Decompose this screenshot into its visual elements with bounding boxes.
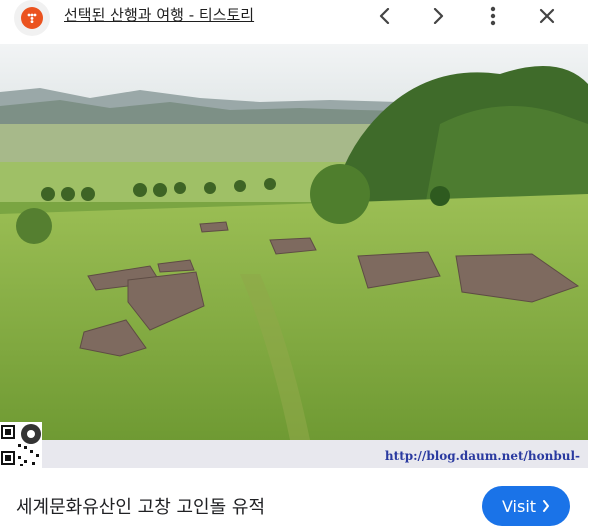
more-vert-icon[interactable] <box>479 2 507 30</box>
viewer-header: 선택된 산행과 여행 - 티스토리 <box>0 0 592 44</box>
visit-label: Visit <box>501 496 537 516</box>
source-title-link[interactable]: 선택된 산행과 여행 - 티스토리 <box>64 4 254 25</box>
watermark-text: http://blog.daum.net/honbul- <box>384 449 580 463</box>
photo-illustration <box>0 44 588 440</box>
qr-code-icon[interactable] <box>0 422 42 468</box>
landscape-photo[interactable]: http://blog.daum.net/honbul- <box>0 44 588 468</box>
tistory-logo-icon <box>21 7 43 29</box>
close-icon[interactable] <box>533 2 561 30</box>
image-caption: 세계문화유산인 고창 고인돌 유적 <box>16 497 266 518</box>
site-favicon[interactable] <box>14 0 50 36</box>
chevron-right-icon[interactable] <box>424 2 452 30</box>
image-viewer: 선택된 산행과 여행 - 티스토리 http://blog.daum.net/h… <box>0 0 592 532</box>
chevron-right-icon <box>542 497 550 516</box>
chevron-left-icon[interactable] <box>371 2 399 30</box>
visit-button[interactable]: Visit <box>482 486 570 526</box>
